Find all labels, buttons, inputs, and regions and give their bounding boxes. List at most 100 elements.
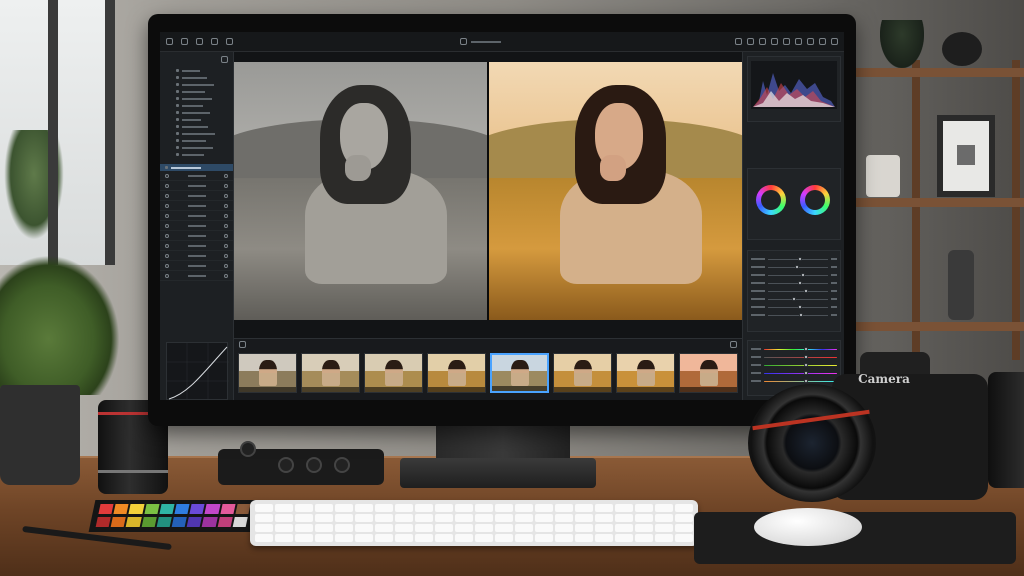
tool-row[interactable] — [160, 271, 233, 281]
toolbar-action-icon[interactable] — [747, 38, 754, 45]
tool-row[interactable] — [160, 191, 233, 201]
folder-tree-item[interactable] — [160, 95, 233, 102]
adjustment-slider[interactable] — [748, 295, 840, 303]
keyboard-key — [635, 514, 653, 522]
folder-tree-item[interactable] — [160, 88, 233, 95]
toolbar-action-icon[interactable] — [759, 38, 766, 45]
folder-tree-item[interactable] — [160, 144, 233, 151]
controller-knob — [334, 457, 350, 473]
menu-icon[interactable] — [196, 38, 203, 45]
toolbar-action-icon[interactable] — [819, 38, 826, 45]
folder-tree-item[interactable] — [160, 109, 233, 116]
shelf — [852, 198, 1024, 207]
keyboard-key — [395, 514, 413, 522]
filmstrip-thumbnail[interactable] — [238, 353, 297, 393]
bookshelf — [852, 60, 1024, 360]
folder-tree-item[interactable] — [160, 123, 233, 130]
adjustment-slider[interactable] — [748, 279, 840, 287]
toolbar-action-icon[interactable] — [771, 38, 778, 45]
tool-row[interactable] — [160, 251, 233, 261]
library-panel — [160, 52, 234, 400]
filmstrip-thumbnail[interactable] — [679, 353, 738, 393]
folder-tree-item[interactable] — [160, 130, 233, 137]
tone-curve-box[interactable] — [166, 342, 229, 400]
keyboard-key — [295, 534, 313, 542]
folder-tree-item[interactable] — [160, 151, 233, 158]
keyboard-key — [475, 524, 493, 532]
menu-icon[interactable] — [181, 38, 188, 45]
toolbar-action-icon[interactable] — [783, 38, 790, 45]
keyboard-key — [615, 534, 633, 542]
photo-editor-screen — [160, 32, 844, 400]
toolbar-action-icon[interactable] — [807, 38, 814, 45]
keyboard-key — [415, 534, 433, 542]
tool-row[interactable] — [160, 181, 233, 191]
tool-row[interactable] — [160, 201, 233, 211]
keyboard-key — [435, 524, 453, 532]
toolbar-action-icon[interactable] — [795, 38, 802, 45]
tool-row[interactable] — [160, 231, 233, 241]
tool-row[interactable] — [160, 241, 233, 251]
keyboard-key — [635, 534, 653, 542]
keyboard-key — [575, 504, 593, 512]
keyboard-key — [455, 504, 473, 512]
folder-tree-item[interactable] — [160, 74, 233, 81]
keyboard-key — [515, 524, 533, 532]
toolbar-action-icon[interactable] — [735, 38, 742, 45]
tool-row[interactable] — [160, 171, 233, 181]
tool-row[interactable] — [160, 261, 233, 271]
filmstrip-thumbnail[interactable] — [490, 353, 549, 393]
image-viewer[interactable] — [234, 52, 742, 338]
selected-tool-group[interactable] — [160, 164, 233, 171]
filmstrip-thumbnail[interactable] — [553, 353, 612, 393]
keyboard-key — [515, 504, 533, 512]
menu-icon[interactable] — [226, 38, 233, 45]
adjustment-slider[interactable] — [748, 303, 840, 311]
histogram-section — [747, 56, 841, 122]
keyboard-key — [355, 524, 373, 532]
shelf-post — [1012, 60, 1020, 360]
keyboard-key — [635, 504, 653, 512]
folder-tree-item[interactable] — [160, 67, 233, 74]
adjustment-slider[interactable] — [748, 311, 840, 319]
keyboard-key — [675, 504, 693, 512]
panel-options-icon[interactable] — [221, 56, 228, 63]
folder-tree-item[interactable] — [160, 81, 233, 88]
filmstrip-menu-icon[interactable] — [239, 340, 246, 348]
adjustment-slider[interactable] — [748, 255, 840, 263]
tool-row[interactable] — [160, 221, 233, 231]
keyboard-key — [275, 534, 293, 542]
app-logo-icon — [166, 38, 173, 45]
keyboard-key — [355, 534, 373, 542]
adjustment-slider[interactable] — [748, 287, 840, 295]
histogram — [751, 61, 837, 109]
folder-tree-item[interactable] — [160, 116, 233, 123]
shelf — [852, 322, 1024, 331]
controller-knob — [278, 457, 294, 473]
filmstrip-thumbnail[interactable] — [301, 353, 360, 393]
color-swatch-card — [88, 500, 258, 532]
keyboard-key — [395, 524, 413, 532]
adjustment-slider[interactable] — [748, 271, 840, 279]
color-wheel-shadows[interactable] — [756, 185, 786, 215]
color-wheels-section — [747, 168, 841, 240]
filmstrip-thumbnail[interactable] — [616, 353, 675, 393]
camera-brand-label: Camera — [858, 372, 910, 386]
adjustment-slider[interactable] — [748, 263, 840, 271]
filmstrip-thumbnail[interactable] — [427, 353, 486, 393]
keyboard-key — [675, 514, 693, 522]
tool-row[interactable] — [160, 211, 233, 221]
folder-tree-item[interactable] — [160, 137, 233, 144]
folder-tree-item[interactable] — [160, 102, 233, 109]
menu-icon[interactable] — [211, 38, 218, 45]
keyboard-key — [615, 504, 633, 512]
keyboard-key — [475, 534, 493, 542]
filmstrip-options-icon[interactable] — [730, 340, 737, 348]
keyboard-key — [555, 534, 573, 542]
filmstrip-thumbnail[interactable] — [364, 353, 423, 393]
keyboard-key — [395, 534, 413, 542]
keyboard-key — [515, 534, 533, 542]
toolbar-action-icon[interactable] — [831, 38, 838, 45]
dslr-camera: Camera — [748, 352, 988, 502]
color-wheel-highlights[interactable] — [800, 185, 830, 215]
